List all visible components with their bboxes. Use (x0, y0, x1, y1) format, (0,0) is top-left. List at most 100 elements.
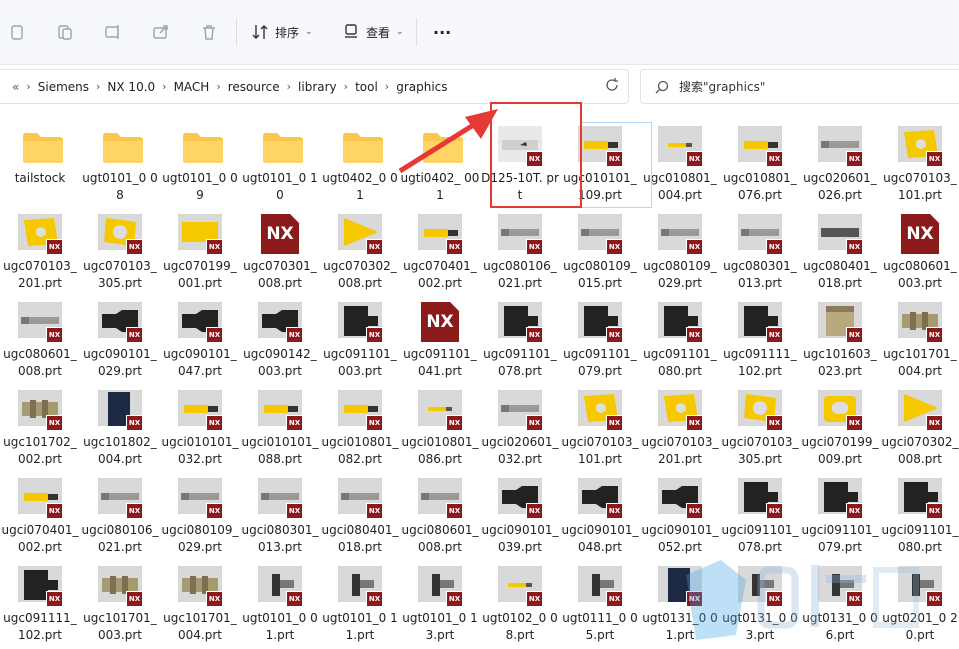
file-name: ugt0101_0 01.prt (242, 611, 318, 642)
file-item[interactable]: NX ugc101701_ 004.prt (160, 562, 240, 648)
chevron-right-icon[interactable]: › (344, 80, 348, 93)
file-item[interactable]: NX ugc010801_ 076.prt (720, 122, 800, 208)
file-item[interactable]: NX ugt0102_0 08.prt (480, 562, 560, 648)
breadcrumb-item[interactable]: Siemens (38, 80, 89, 94)
file-item[interactable]: NX ugc080601_ 003.prt (880, 210, 959, 296)
file-item[interactable]: NX ugc080109_ 015.prt (560, 210, 640, 296)
file-name: ugc091101_ 079.prt (563, 347, 637, 378)
sort-button[interactable]: 排序 ⌄ (251, 18, 313, 46)
file-item[interactable]: NX ugc090101_ 047.prt (160, 298, 240, 384)
file-item[interactable]: NX ugci080601_ 008.prt (400, 474, 480, 560)
more-options-button[interactable]: ··· (433, 18, 451, 46)
file-item[interactable]: NX ugci070103_ 101.prt (560, 386, 640, 472)
file-item[interactable]: NX ugci080106_ 021.prt (80, 474, 160, 560)
file-item[interactable]: NX ugci070103_ 305.prt (720, 386, 800, 472)
folder-item[interactable]: ugt0402_0 01 (320, 122, 400, 208)
file-item[interactable]: NX ugt0101_0 01.prt (240, 562, 320, 648)
file-item[interactable]: NX ugc091101_ 078.prt (480, 298, 560, 384)
chevron-right-icon[interactable]: › (216, 80, 220, 93)
chevron-right-icon[interactable]: › (385, 80, 389, 93)
file-item[interactable]: NX ugci090101_ 048.prt (560, 474, 640, 560)
file-item[interactable]: NX ugci080109_ 029.prt (160, 474, 240, 560)
file-thumbnail-icon: NX (818, 478, 863, 519)
file-name: ugt0101_0 13.prt (402, 611, 478, 642)
chevron-right-icon[interactable]: › (96, 80, 100, 93)
file-item[interactable]: NX ugc091101_ 080.prt (640, 298, 720, 384)
view-button[interactable]: 查看 ⌄ (342, 18, 404, 46)
refresh-icon[interactable] (603, 76, 621, 94)
chevron-right-icon[interactable]: › (287, 80, 291, 93)
file-item[interactable]: NX ugc020601_ 026.prt (800, 122, 880, 208)
file-item[interactable]: NX ugci010801_ 086.prt (400, 386, 480, 472)
file-item[interactable]: NX ugc101702_ 002.prt (0, 386, 80, 472)
file-item[interactable]: NX ugc080601_ 008.prt (0, 298, 80, 384)
paste-icon[interactable] (56, 18, 74, 46)
file-item[interactable]: NX ugci090101_ 052.prt (640, 474, 720, 560)
file-item[interactable]: NX ugc070103_ 305.prt (80, 210, 160, 296)
file-item[interactable]: NX ugci091101_ 080.prt (880, 474, 959, 560)
nx-badge-icon: NX (286, 327, 303, 343)
breadcrumb-item[interactable]: tool (355, 80, 378, 94)
breadcrumb-item[interactable]: MACH (174, 80, 210, 94)
address-bar[interactable]: « › Siemens › NX 10.0 › MACH › resource › library… (0, 69, 629, 104)
file-item[interactable]: NX ugci080301_ 013.prt (240, 474, 320, 560)
file-item[interactable]: NX ugc070103_ 201.prt (0, 210, 80, 296)
folder-item[interactable]: ugt0101_0 09 (160, 122, 240, 208)
file-item[interactable]: NX ugc080301_ 013.prt (720, 210, 800, 296)
file-item[interactable]: NX ugc070199_ 001.prt (160, 210, 240, 296)
breadcrumb-item[interactable]: graphics (396, 80, 447, 94)
file-thumbnail-icon: NX (818, 302, 863, 343)
delete-icon[interactable] (200, 18, 218, 46)
file-item[interactable]: NX ugci070401_ 002.prt (0, 474, 80, 560)
share-icon[interactable] (152, 18, 170, 46)
file-item[interactable]: NX ugc101701_ 003.prt (80, 562, 160, 648)
file-item[interactable]: NX ugci070199_ 009.prt (800, 386, 880, 472)
file-item[interactable]: NX ugt0111_0 05.prt (560, 562, 640, 648)
file-item[interactable]: NX ugci090101_ 039.prt (480, 474, 560, 560)
breadcrumb-item[interactable]: library (298, 80, 337, 94)
file-item[interactable]: NX ugc010801_ 004.prt (640, 122, 720, 208)
file-name: ugci010801_ 082.prt (321, 435, 399, 466)
file-item[interactable]: NX ugc080401_ 018.prt (800, 210, 880, 296)
search-input[interactable]: 搜索"graphics" (679, 78, 765, 95)
file-item[interactable]: NX ugc101603_ 023.prt (800, 298, 880, 384)
file-item[interactable]: NX ugc070301_ 008.prt (240, 210, 320, 296)
file-item[interactable]: NX ugc070302_ 008.prt (320, 210, 400, 296)
file-item[interactable]: NX ugc090142_ 003.prt (240, 298, 320, 384)
chevron-right-icon[interactable]: › (162, 80, 166, 93)
file-item[interactable]: NX ugci010801_ 082.prt (320, 386, 400, 472)
copy-icon[interactable] (8, 18, 26, 46)
chevron-right-icon[interactable]: › (26, 80, 30, 93)
file-name: ugci070302_ 008.prt (881, 435, 959, 466)
file-item[interactable]: NX ugci070103_ 201.prt (640, 386, 720, 472)
file-item[interactable]: NX ugci070302_ 008.prt (880, 386, 959, 472)
breadcrumb-item[interactable]: NX 10.0 (107, 80, 155, 94)
file-item[interactable]: NX ugc091111_ 102.prt (720, 298, 800, 384)
file-item[interactable]: NX ugc070103_ 101.prt (880, 122, 959, 208)
file-item[interactable]: NX ugci010101_ 032.prt (160, 386, 240, 472)
file-item[interactable]: NX ugc091101_ 003.prt (320, 298, 400, 384)
folder-item[interactable]: ugt0101_0 10 (240, 122, 320, 208)
file-item[interactable]: NX ugc080106_ 021.prt (480, 210, 560, 296)
search-box[interactable]: 搜索"graphics" (640, 69, 959, 104)
file-item[interactable]: NX ugc101701_ 004.prt (880, 298, 959, 384)
rename-icon[interactable] (104, 18, 122, 46)
file-item[interactable]: NX ugt0101_0 11.prt (320, 562, 400, 648)
file-item[interactable]: NX ugc091101_ 079.prt (560, 298, 640, 384)
file-item[interactable]: NX ugc080109_ 029.prt (640, 210, 720, 296)
file-item[interactable]: NX ugci091101_ 078.prt (720, 474, 800, 560)
file-item[interactable]: NX ugci091101_ 079.prt (800, 474, 880, 560)
file-item[interactable]: NX ugc091101_ 041.prt (400, 298, 480, 384)
overflow-chevron[interactable]: « (12, 80, 19, 94)
breadcrumb-item[interactable]: resource (228, 80, 280, 94)
file-item[interactable]: NX ugc070401_ 002.prt (400, 210, 480, 296)
file-item[interactable]: NX ugci080401_ 018.prt (320, 474, 400, 560)
file-item[interactable]: NX ugci020601_ 032.prt (480, 386, 560, 472)
folder-item[interactable]: tailstock (0, 122, 80, 208)
file-item[interactable]: NX ugt0101_0 13.prt (400, 562, 480, 648)
file-item[interactable]: NX ugc091111_ 102.prt (0, 562, 80, 648)
file-item[interactable]: NX ugci010101_ 088.prt (240, 386, 320, 472)
file-item[interactable]: NX ugc101802_ 004.prt (80, 386, 160, 472)
folder-item[interactable]: ugt0101_0 08 (80, 122, 160, 208)
file-item[interactable]: NX ugc090101_ 029.prt (80, 298, 160, 384)
